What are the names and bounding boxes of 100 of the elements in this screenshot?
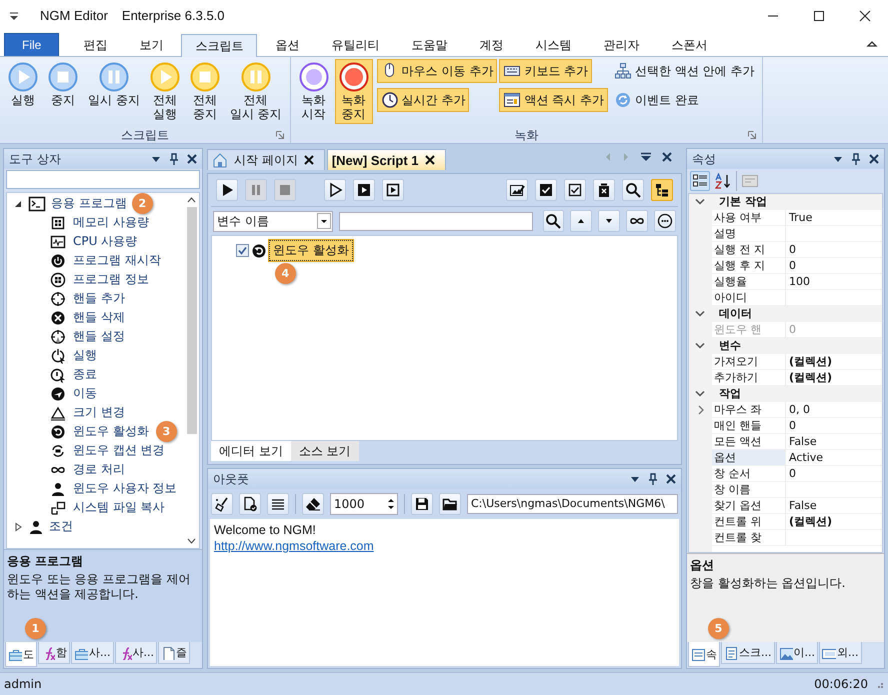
ribbon-button[interactable]: 녹화 시작	[294, 59, 333, 124]
tree-item[interactable]: 이동	[73, 385, 97, 402]
checkbox-button[interactable]	[564, 179, 586, 201]
tree-item[interactable]: 핸들 삭제	[73, 309, 125, 326]
tree-item[interactable]: 메모리 사용량	[73, 214, 149, 231]
ribbon-tab[interactable]: 시스템	[521, 33, 586, 56]
property-value[interactable]: False	[789, 435, 817, 448]
panel-tab[interactable]: 즐	[158, 642, 190, 664]
ribbon-button[interactable]: 마우스 이동 추가	[376, 59, 498, 83]
ribbon-button[interactable]: 실행	[4, 59, 42, 110]
property-name[interactable]: 옵션	[712, 450, 786, 465]
property-name[interactable]: 모든 액션	[712, 434, 786, 449]
property-value[interactable]: (컬렉션)	[789, 515, 832, 528]
ribbon-button[interactable]: 일시 중지	[84, 59, 144, 110]
broom-button[interactable]	[211, 493, 233, 515]
ribbon-button[interactable]: 액션 즉시 추가	[499, 88, 608, 112]
infinity-button[interactable]	[626, 210, 648, 232]
close-icon[interactable]	[666, 474, 676, 484]
action-item[interactable]: 윈도우 활성화	[269, 240, 353, 261]
document-tab[interactable]: 시작 페이지	[207, 149, 325, 170]
document-tab[interactable]: [New] Script 1	[326, 149, 446, 170]
more-button[interactable]	[654, 210, 676, 232]
property-name[interactable]: 매인 핸들	[712, 418, 786, 433]
panel-tab[interactable]: 사...	[114, 642, 157, 664]
caret-down-button[interactable]	[598, 210, 620, 232]
ribbon-tab[interactable]: 옵션	[261, 33, 314, 56]
eraser-button[interactable]	[302, 493, 324, 515]
tree-item[interactable]: 크기 변경	[73, 404, 125, 421]
delete-button[interactable]	[593, 179, 615, 201]
property-name[interactable]: 사용 여부	[712, 210, 786, 225]
pin-icon[interactable]	[648, 473, 658, 485]
play-box-button[interactable]	[353, 179, 375, 201]
pause-button[interactable]	[245, 179, 267, 201]
caret-up-button[interactable]	[570, 210, 592, 232]
path-field[interactable]: C:\Users\ngmas\Documents\NGM6\	[467, 494, 678, 514]
close-icon[interactable]	[869, 154, 879, 164]
tree-item[interactable]: 프로그램 정보	[73, 271, 149, 288]
ribbon-tab[interactable]: 스크립트	[181, 34, 258, 57]
tree-view-button[interactable]	[651, 179, 673, 201]
tree-item[interactable]: 핸들 추가	[73, 290, 125, 307]
tree-item[interactable]: 핸들 설정	[73, 328, 125, 345]
dropdown-icon[interactable]	[833, 154, 843, 164]
panel-tab[interactable]: 스크...	[721, 642, 774, 664]
dialog-launcher-icon[interactable]	[276, 131, 284, 139]
ribbon-button[interactable]: 이벤트 완료	[610, 88, 703, 112]
ribbon-button[interactable]: 녹화 중지	[334, 59, 373, 124]
property-name[interactable]: 마우스 좌	[712, 402, 786, 417]
panel-tab[interactable]: 도	[5, 642, 37, 667]
document-check-button[interactable]	[239, 493, 261, 515]
ribbon-button[interactable]: 실시간 추가	[376, 88, 470, 112]
save-button[interactable]	[411, 493, 433, 515]
play-button[interactable]	[216, 179, 238, 201]
property-value[interactable]: True	[789, 211, 812, 224]
tree-item[interactable]: 조건	[49, 518, 73, 535]
property-value[interactable]: 0	[789, 419, 796, 432]
play-box-button[interactable]	[382, 179, 404, 201]
stop-button[interactable]	[274, 179, 296, 201]
website-link[interactable]: http://www.ngmsoftware.com	[214, 539, 374, 553]
property-name[interactable]: 가져오기	[712, 354, 786, 369]
tree-item[interactable]: 종료	[73, 366, 97, 383]
tree-item[interactable]: 윈도우 활성화	[73, 423, 149, 440]
panel-tab[interactable]: 이...	[776, 642, 818, 664]
chevron-right-icon[interactable]	[696, 404, 704, 414]
ribbon-button[interactable]: 전체 중지	[186, 59, 224, 124]
tree-item[interactable]: 프로그램 재시작	[73, 252, 161, 269]
dropdown-icon[interactable]	[8, 10, 20, 22]
collapse-arrow-icon[interactable]	[13, 198, 23, 208]
panel-tab[interactable]: 사...	[71, 642, 114, 664]
dropdown-icon[interactable]	[630, 474, 640, 484]
search-field[interactable]	[339, 212, 532, 230]
ribbon-tab[interactable]: 관리자	[589, 33, 654, 56]
view-tab[interactable]: 에디터 보기	[211, 441, 291, 461]
ribbon-tab[interactable]: 유틸리티	[317, 33, 394, 56]
ribbon-tab[interactable]: 계정	[465, 33, 518, 56]
ribbon-tab[interactable]: 스폰서	[657, 33, 722, 56]
pin-icon[interactable]	[851, 153, 861, 165]
tree-item[interactable]: 경로 처리	[73, 461, 125, 478]
ribbon-button[interactable]: 키보드 추가	[499, 59, 592, 83]
search-button[interactable]	[542, 210, 564, 232]
property-name[interactable]: 컨트롤 위	[712, 514, 786, 529]
pin-icon[interactable]	[169, 153, 179, 165]
property-value[interactable]: 0	[789, 259, 796, 272]
property-name[interactable]: 추가하기	[712, 370, 786, 385]
search-field[interactable]	[6, 170, 200, 189]
panel-tab[interactable]: 속	[688, 642, 720, 667]
close-icon[interactable]	[187, 154, 197, 164]
panel-tab[interactable]: 함	[38, 642, 70, 664]
checkbox[interactable]	[236, 244, 249, 257]
property-name[interactable]: 아이디	[712, 290, 786, 305]
property-name[interactable]: 창 순서	[712, 466, 786, 481]
tree-item[interactable]: 실행	[73, 347, 97, 364]
spin-box[interactable]: 1000	[330, 493, 398, 515]
checkbox-button[interactable]	[535, 179, 557, 201]
panel-tab[interactable]: 외...	[819, 642, 862, 664]
tree-item[interactable]: 응용 프로그램	[51, 195, 127, 212]
property-value[interactable]: Active	[789, 451, 824, 464]
property-name[interactable]: 실행 전 지	[712, 242, 786, 257]
dropdown-icon[interactable]	[640, 152, 652, 162]
property-name[interactable]: 실행율	[712, 274, 786, 289]
tree-item[interactable]: 시스템 파일 복사	[73, 499, 165, 516]
